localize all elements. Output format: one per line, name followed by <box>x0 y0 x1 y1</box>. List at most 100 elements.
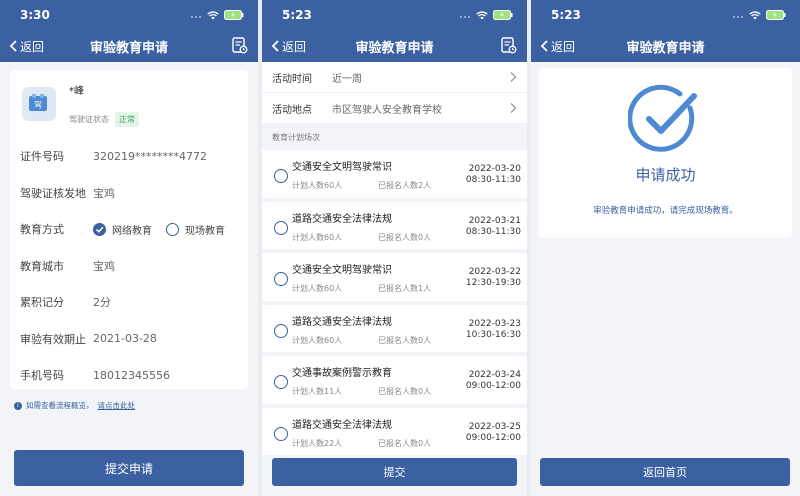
status-icons <box>732 10 786 20</box>
plan-item[interactable]: 交通安全文明驾驶常识 计划人数60人 已报名人数2人 2022-03-20 08:… <box>262 150 527 202</box>
back-button[interactable]: 返回 <box>270 38 306 55</box>
status-bar: 3:30 <box>0 0 258 30</box>
screen-schedule-select: 5:23 返回 审验教育申请 活动时间 近一周 活动地点 市区驾驶人安全教育学校… <box>262 0 527 496</box>
field-row-education-city: 教育城市 宝鸡 <box>10 248 248 285</box>
radio-unchecked-icon[interactable] <box>274 426 288 441</box>
section-label: 教育计划场次 <box>272 132 320 142</box>
chevron-left-icon <box>540 40 548 52</box>
field-row-phone: 手机号码 18012345556 <box>10 357 248 394</box>
back-button[interactable]: 返回 <box>8 38 44 55</box>
plan-datetime: 2022-03-25 09:00-12:00 <box>466 422 521 444</box>
plan-title: 交通安全文明驾驶常识 <box>292 162 392 173</box>
plan-item[interactable]: 道路交通安全法律法规 计划人数22人 已报名人数0人 2022-03-25 09:… <box>262 407 527 459</box>
radio-unchecked-icon[interactable] <box>274 272 288 286</box>
cellular-icon <box>191 16 201 18</box>
success-card: 申请成功 审验教育申请成功，请完成现场教育。 <box>539 68 792 238</box>
field-label: 教育方式 <box>20 223 64 237</box>
screen-success: 5:23 返回 审验教育申请 申请成功 审验教育申请成功，请完成现场教育。 返回… <box>531 0 800 496</box>
success-title: 申请成功 <box>635 166 696 184</box>
battery-icon <box>493 10 513 20</box>
hint-link[interactable]: 请点击此处 <box>98 400 136 411</box>
field-row-id-number: 证件号码 320219********4772 <box>10 138 248 175</box>
field-value: 320219********4772 <box>93 149 207 163</box>
field-value: 2分 <box>93 296 111 310</box>
submit-application-button[interactable]: 提交申请 <box>14 450 244 486</box>
plan-time: 08:30-11:30 <box>465 226 521 237</box>
process-hint: i 如需查看流程概览， 请点击此处 <box>14 400 135 411</box>
cellular-icon <box>733 16 743 18</box>
info-icon: i <box>14 401 22 410</box>
plan-planned-count: 计划人数11人 <box>292 387 343 396</box>
plan-item[interactable]: 交通事故案例警示教育 计划人数11人 已报名人数0人 2022-03-24 09:… <box>262 356 527 408</box>
hint-text: 如需查看流程概览， <box>26 401 94 410</box>
activity-place-row[interactable]: 活动地点 市区驾驶人安全教育学校 <box>262 93 527 124</box>
back-label: 返回 <box>551 39 576 54</box>
plan-planned-count: 计划人数60人 <box>292 232 343 242</box>
chevron-right-icon <box>510 72 517 82</box>
wifi-icon <box>207 10 219 19</box>
success-message: 审验教育申请成功，请完成现场教育。 <box>593 206 738 216</box>
radio-unchecked-icon <box>166 222 179 236</box>
field-row-education-mode: 教育方式 网络教育 现场教育 <box>10 211 248 248</box>
back-button[interactable]: 返回 <box>539 38 575 55</box>
radio-label: 现场教育 <box>185 225 225 237</box>
license-card-icon: 驾 <box>29 94 47 111</box>
driver-status: 驾驶证状态 正常 <box>69 112 139 127</box>
plan-time: 09:00-12:00 <box>465 381 521 391</box>
radio-unchecked-icon[interactable] <box>274 375 288 389</box>
status-time: 3:30 <box>20 8 50 22</box>
plan-date: 2022-03-20 <box>468 164 521 174</box>
plan-registered-count: 已报名人数1人 <box>378 284 432 293</box>
back-label: 返回 <box>20 39 45 54</box>
status-bar: 5:23 <box>531 0 800 30</box>
plan-planned-count: 计划人数60人 <box>292 284 343 293</box>
radio-onsite-education[interactable]: 现场教育 <box>166 222 225 237</box>
field-value: 市区驾驶人安全教育学校 <box>332 104 442 116</box>
radio-unchecked-icon[interactable] <box>274 169 288 183</box>
chevron-right-icon <box>510 103 517 113</box>
plan-title: 交通事故案例警示教育 <box>292 368 392 379</box>
plan-date: 2022-03-25 <box>468 421 521 432</box>
status-time: 5:23 <box>282 8 312 22</box>
top-bar: 5:23 返回 审验教育申请 <box>262 0 527 62</box>
driver-info-card: 驾 *峰 驾驶证状态 正常 证件号码 320219********4772 驾驶… <box>10 70 248 389</box>
document-list-icon[interactable] <box>232 37 248 54</box>
field-label: 累积记分 <box>20 296 64 310</box>
activity-time-row[interactable]: 活动时间 近一周 <box>262 62 527 93</box>
plan-registered-count: 已报名人数0人 <box>378 335 432 345</box>
field-label: 活动时间 <box>272 73 312 85</box>
plan-time: 08:30-11:30 <box>465 175 521 185</box>
document-list-icon[interactable] <box>501 37 517 54</box>
plan-item[interactable]: 交通安全文明驾驶常识 计划人数60人 已报名人数1人 2022-03-22 12:… <box>262 253 527 305</box>
nav-bar: 返回 审验教育申请 <box>0 30 258 62</box>
plan-registered-count: 已报名人数2人 <box>378 181 432 190</box>
radio-unchecked-icon[interactable] <box>274 323 288 338</box>
plan-title: 交通安全文明驾驶常识 <box>292 265 392 276</box>
screen-application-form: 3:30 返回 审验教育申请 驾 *峰 驾驶证状态 正常 证件号码 320219… <box>0 0 258 496</box>
field-label: 驾驶证核发地 <box>20 186 86 200</box>
plan-item[interactable]: 道路交通安全法律法规 计划人数60人 已报名人数0人 2022-03-21 08:… <box>262 201 527 253</box>
plan-planned-count: 计划人数22人 <box>292 438 343 448</box>
wifi-icon <box>749 10 761 19</box>
plan-time: 09:00-12:00 <box>465 432 521 443</box>
success-check-icon <box>628 84 697 152</box>
back-label: 返回 <box>282 39 307 54</box>
battery-icon <box>766 10 786 20</box>
cellular-icon <box>460 16 470 18</box>
plan-title: 道路交通安全法律法规 <box>292 213 392 225</box>
plan-item[interactable]: 道路交通安全法律法规 计划人数60人 已报名人数0人 2022-03-23 10:… <box>262 304 527 356</box>
plan-list: 交通安全文明驾驶常识 计划人数60人 已报名人数2人 2022-03-20 08:… <box>262 150 527 459</box>
radio-label: 网络教育 <box>112 225 152 237</box>
nav-bar: 返回 审验教育申请 <box>531 30 800 62</box>
radio-unchecked-icon[interactable] <box>274 220 288 235</box>
plan-title: 道路交通安全法律法规 <box>292 316 392 328</box>
chevron-left-icon <box>271 40 279 52</box>
plan-date: 2022-03-21 <box>468 215 521 226</box>
top-bar: 5:23 返回 审验教育申请 <box>531 0 800 62</box>
field-label: 手机号码 <box>20 369 64 383</box>
back-to-home-button[interactable]: 返回首页 <box>540 458 790 486</box>
chevron-left-icon <box>9 40 17 52</box>
plan-title: 道路交通安全法律法规 <box>292 419 392 431</box>
radio-online-education[interactable]: 网络教育 <box>93 222 152 237</box>
submit-button[interactable]: 提交 <box>272 458 517 486</box>
